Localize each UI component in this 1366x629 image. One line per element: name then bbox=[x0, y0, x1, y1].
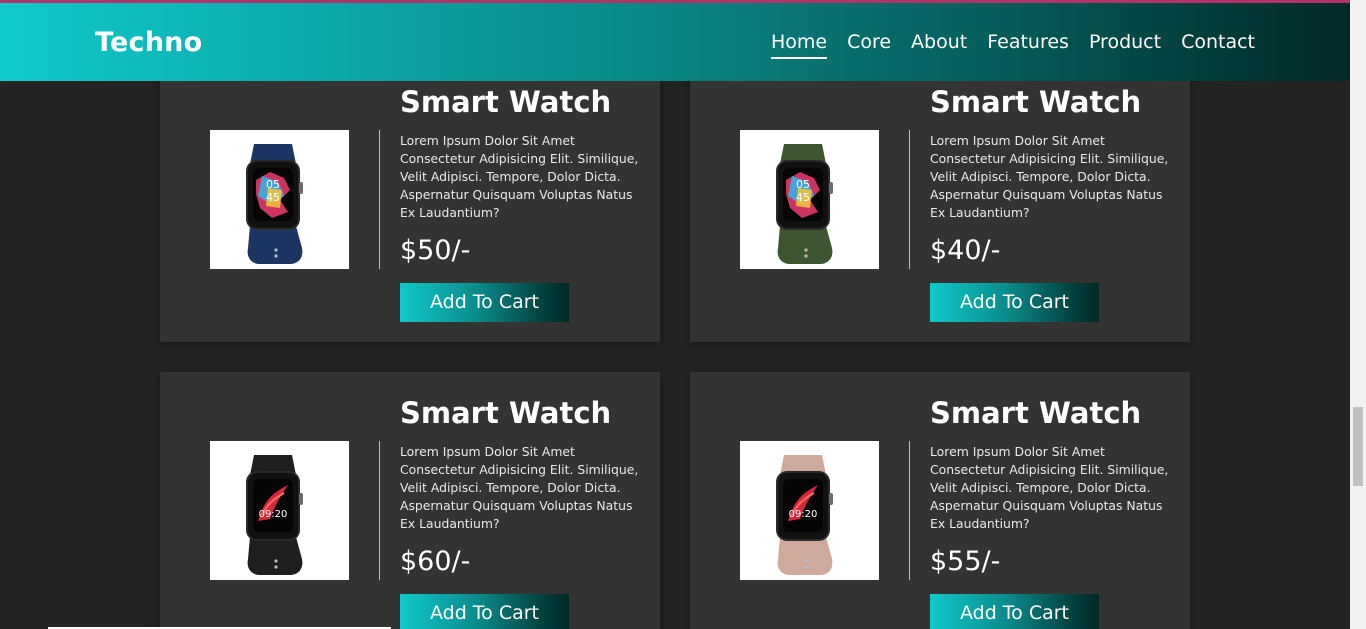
svg-text:05: 05 bbox=[266, 178, 280, 191]
nav-about[interactable]: About bbox=[911, 31, 967, 59]
svg-text:09:20: 09:20 bbox=[259, 509, 288, 520]
product-price: $40/- bbox=[930, 235, 1001, 266]
product-card: 09:20 Smart Watch Lorem Ipsum Dolor Sit … bbox=[160, 372, 660, 629]
nav-product[interactable]: Product bbox=[1089, 31, 1161, 59]
smart-watch-icon: 09:20 bbox=[740, 441, 879, 580]
card-divider bbox=[379, 130, 380, 269]
card-divider bbox=[909, 130, 910, 269]
svg-text:05: 05 bbox=[796, 178, 810, 191]
smart-watch-icon: 0545 bbox=[210, 130, 349, 269]
product-price: $60/- bbox=[400, 546, 471, 577]
product-card: 09:20 Smart Watch Lorem Ipsum Dolor Sit … bbox=[690, 372, 1190, 629]
nav-core[interactable]: Core bbox=[847, 31, 891, 59]
product-image: 05 45 bbox=[210, 130, 349, 269]
product-description: Lorem Ipsum Dolor Sit Amet Consectetur A… bbox=[930, 444, 1169, 531]
product-image: 09:20 bbox=[740, 441, 879, 580]
svg-text:45: 45 bbox=[796, 191, 810, 204]
product-description: Lorem Ipsum Dolor Sit Amet Consectetur A… bbox=[400, 444, 639, 531]
product-price: $50/- bbox=[400, 235, 471, 266]
add-to-cart-button[interactable]: Add To Cart bbox=[930, 283, 1099, 322]
product-image: 09:20 bbox=[210, 441, 349, 580]
nav-contact[interactable]: Contact bbox=[1181, 31, 1255, 59]
product-card: 05 45 Smart Watch Lorem Ipsum Dolor Sit A… bbox=[160, 61, 660, 342]
svg-text:09:20: 09:20 bbox=[789, 509, 818, 520]
vertical-scrollbar[interactable] bbox=[1350, 0, 1366, 629]
add-to-cart-button[interactable]: Add To Cart bbox=[930, 594, 1099, 629]
brand-logo[interactable]: Techno bbox=[95, 27, 202, 58]
product-description: Lorem Ipsum Dolor Sit Amet Consectetur A… bbox=[930, 133, 1169, 220]
main-nav: Home Core About Features Product Contact bbox=[751, 31, 1255, 59]
nav-features[interactable]: Features bbox=[987, 31, 1069, 59]
scrollbar-thumb[interactable] bbox=[1353, 407, 1363, 486]
top-accent-line bbox=[0, 0, 1350, 3]
smart-watch-icon: 0545 bbox=[740, 130, 879, 269]
nav-home[interactable]: Home bbox=[770, 31, 828, 59]
navbar: Techno Home Core About Features Product … bbox=[0, 0, 1350, 81]
product-title: Smart Watch bbox=[930, 85, 1142, 119]
add-to-cart-button[interactable]: Add To Cart bbox=[400, 594, 569, 629]
product-image: 05 45 bbox=[740, 130, 879, 269]
product-price: $55/- bbox=[930, 546, 1001, 577]
add-to-cart-button[interactable]: Add To Cart bbox=[400, 283, 569, 322]
card-divider bbox=[379, 441, 380, 580]
smart-watch-icon: 09:20 bbox=[210, 441, 349, 580]
product-title: Smart Watch bbox=[400, 85, 612, 119]
product-description: Lorem Ipsum Dolor Sit Amet Consectetur A… bbox=[400, 133, 639, 220]
product-card: 05 45 Smart Watch Lorem Ipsum Dolor Sit A… bbox=[690, 61, 1190, 342]
card-divider bbox=[909, 441, 910, 580]
product-title: Smart Watch bbox=[930, 396, 1142, 430]
product-title: Smart Watch bbox=[400, 396, 612, 430]
svg-text:45: 45 bbox=[266, 191, 280, 204]
